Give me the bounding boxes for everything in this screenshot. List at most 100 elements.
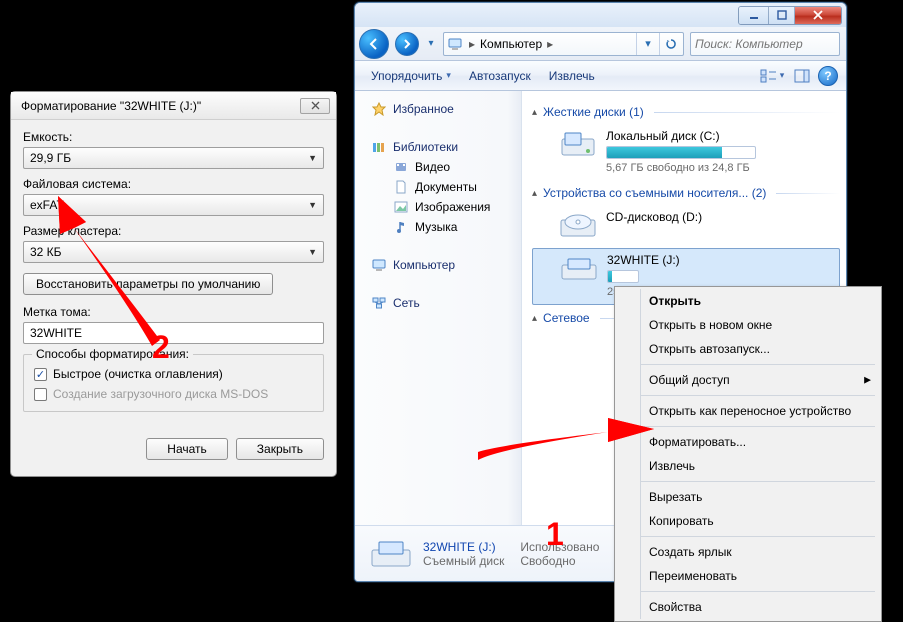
dialog-titlebar: Форматирование "32WHITE (J:)" xyxy=(11,92,336,120)
nav-forward-button[interactable] xyxy=(395,32,419,56)
filesystem-combobox[interactable]: exFAT▼ xyxy=(23,194,324,216)
format-options-legend: Способы форматирования: xyxy=(32,347,193,361)
video-icon xyxy=(393,159,409,175)
close-button[interactable] xyxy=(795,7,841,24)
nav-libraries[interactable]: Библиотеки xyxy=(371,137,517,157)
cm-copy[interactable]: Копировать xyxy=(641,509,879,533)
document-icon xyxy=(393,179,409,195)
organize-button[interactable]: Упорядочить▾ xyxy=(363,66,459,86)
minimize-button[interactable] xyxy=(739,7,769,24)
close-icon xyxy=(813,10,823,20)
libraries-icon xyxy=(371,139,387,155)
nav-bar: ▾ ▸ Компьютер ▸ ▾ xyxy=(355,27,846,61)
removable-icon xyxy=(369,534,413,574)
title-bar xyxy=(355,3,846,27)
close-icon xyxy=(311,101,320,110)
cm-create-shortcut[interactable]: Создать ярлык xyxy=(641,540,879,564)
filesystem-label: Файловая система: xyxy=(23,177,324,191)
breadcrumb-dropdown[interactable]: ▾ xyxy=(637,33,659,55)
nav-pane: Избранное Библиотеки Видео Документы Изо… xyxy=(355,91,522,525)
search-box[interactable] xyxy=(690,32,840,56)
details-free-label: Свободно xyxy=(520,554,599,568)
drive-c-free: 5,67 ГБ свободно из 24,8 ГБ xyxy=(606,162,756,174)
cm-sharing[interactable]: Общий доступ xyxy=(641,368,879,392)
organize-label: Упорядочить xyxy=(371,69,442,83)
drive-c-capacity xyxy=(606,146,756,159)
drive-c[interactable]: Локальный диск (C:) 5,67 ГБ свободно из … xyxy=(532,125,840,180)
cm-cut[interactable]: Вырезать xyxy=(641,485,879,509)
details-title: 32WHITE (J:) xyxy=(423,540,504,554)
capacity-label: Емкость: xyxy=(23,130,324,144)
collapse-icon: ▴ xyxy=(532,107,537,118)
msdos-boot-checkbox: ✓ xyxy=(34,388,47,401)
volume-label-label: Метка тома: xyxy=(23,305,324,319)
autoplay-button[interactable]: Автозапуск xyxy=(461,66,539,86)
cm-open[interactable]: Открыть xyxy=(641,289,879,313)
cm-open-autoplay[interactable]: Открыть автозапуск... xyxy=(641,337,879,361)
eject-button[interactable]: Извлечь xyxy=(541,66,603,86)
nav-history-dropdown[interactable]: ▾ xyxy=(425,38,437,49)
star-icon xyxy=(371,101,387,117)
restore-defaults-button[interactable]: Восстановить параметры по умолчанию xyxy=(23,273,273,295)
details-type: Съемный диск xyxy=(423,554,504,568)
autoplay-label: Автозапуск xyxy=(469,69,531,83)
cm-open-new-window[interactable]: Открыть в новом окне xyxy=(641,313,879,337)
preview-pane-icon xyxy=(794,69,810,83)
volume-label-input[interactable] xyxy=(23,322,324,344)
nav-images[interactable]: Изображения xyxy=(371,197,517,217)
nav-computer[interactable]: Компьютер xyxy=(371,255,517,275)
nav-music[interactable]: Музыка xyxy=(371,217,517,237)
cm-format[interactable]: Форматировать... xyxy=(641,430,879,454)
search-input[interactable] xyxy=(691,37,847,51)
chevron-down-icon: ▼ xyxy=(308,200,317,210)
refresh-icon xyxy=(665,38,677,50)
cm-open-portable[interactable]: Открыть как переносное устройство xyxy=(641,399,879,423)
breadcrumb-segment[interactable]: Компьютер xyxy=(480,37,542,51)
breadcrumb[interactable]: ▸ Компьютер ▸ ▾ xyxy=(443,32,684,56)
cluster-combobox[interactable]: 32 КБ▼ xyxy=(23,241,324,263)
command-bar: Упорядочить▾ Автозапуск Извлечь ▾ ? xyxy=(355,61,846,91)
section-hard-drives[interactable]: ▴ Жесткие диски (1) xyxy=(532,105,840,119)
section-removable[interactable]: ▴ Устройства со съемными носителя... (2) xyxy=(532,186,840,200)
format-dialog: Форматирование "32WHITE (J:)" Емкость: 2… xyxy=(10,91,337,477)
view-mode-button[interactable]: ▾ xyxy=(758,64,786,88)
nav-back-button[interactable] xyxy=(359,29,389,59)
cdrom-icon xyxy=(558,210,598,242)
details-used-label: Использовано xyxy=(520,540,599,554)
close-format-button[interactable]: Закрыть xyxy=(236,438,324,460)
nav-documents[interactable]: Документы xyxy=(371,177,517,197)
dialog-title: Форматирование "32WHITE (J:)" xyxy=(21,99,201,113)
format-options-group: Способы форматирования: ✓ Быстрое (очист… xyxy=(23,354,324,412)
nav-favorites[interactable]: Избранное xyxy=(371,99,517,119)
dialog-close-button[interactable] xyxy=(300,98,330,114)
nav-network[interactable]: Сеть xyxy=(371,293,517,313)
cm-eject[interactable]: Извлечь xyxy=(641,454,879,478)
maximize-icon xyxy=(777,10,787,20)
preview-pane-button[interactable] xyxy=(788,64,816,88)
cm-properties[interactable]: Свойства xyxy=(641,595,879,619)
minimize-icon xyxy=(749,10,759,20)
cm-rename[interactable]: Переименовать xyxy=(641,564,879,588)
context-menu: Открыть Открыть в новом окне Открыть авт… xyxy=(614,286,882,622)
drive-d-name: CD-дисковод (D:) xyxy=(606,210,702,224)
start-button[interactable]: Начать xyxy=(146,438,228,460)
chevron-down-icon: ▼ xyxy=(308,153,317,163)
maximize-button[interactable] xyxy=(769,7,795,24)
music-icon xyxy=(393,219,409,235)
quick-format-label: Быстрое (очистка оглавления) xyxy=(53,367,223,381)
msdos-boot-label: Создание загрузочного диска MS-DOS xyxy=(53,387,268,401)
computer-icon xyxy=(446,37,464,51)
capacity-combobox[interactable]: 29,9 ГБ▼ xyxy=(23,147,324,169)
quick-format-checkbox[interactable]: ✓ xyxy=(34,368,47,381)
help-button[interactable]: ? xyxy=(818,66,838,86)
removable-icon xyxy=(559,253,599,285)
hdd-icon xyxy=(558,129,598,161)
eject-label: Извлечь xyxy=(549,69,595,83)
arrow-left-icon xyxy=(367,37,381,51)
collapse-icon: ▴ xyxy=(532,313,537,324)
drive-d[interactable]: CD-дисковод (D:) xyxy=(532,206,840,248)
nav-video[interactable]: Видео xyxy=(371,157,517,177)
computer-icon xyxy=(371,257,387,273)
refresh-button[interactable] xyxy=(659,33,681,55)
collapse-icon: ▴ xyxy=(532,188,537,199)
